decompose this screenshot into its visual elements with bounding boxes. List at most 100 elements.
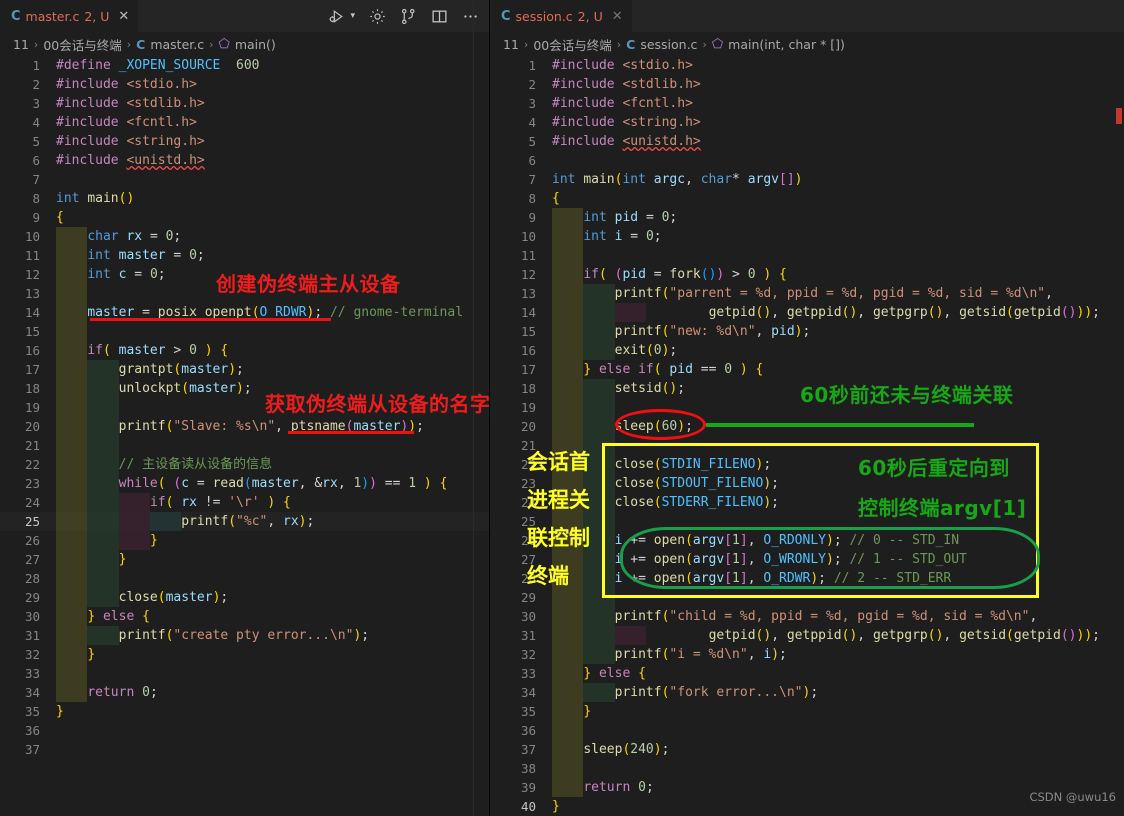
line-number: 26 [520, 533, 536, 548]
code-line[interactable]: 15 printf("new: %d\n", pid); [490, 322, 1124, 341]
code-line[interactable]: 12 int c = 0; [0, 265, 489, 284]
code-line[interactable]: 21 [0, 436, 489, 455]
code-line[interactable]: 30 } else { [0, 607, 489, 626]
code-line[interactable]: 17 grantpt(master); [0, 360, 489, 379]
code-line[interactable]: 28 i += open(argv[1], O_RDWR); // 2 -- S… [490, 569, 1124, 588]
code-line[interactable]: 11 [490, 246, 1124, 265]
code-line[interactable]: 33 } else { [490, 664, 1124, 683]
code-line[interactable]: 16 exit(0); [490, 341, 1124, 360]
tab-session-c[interactable]: C session.c 2, U ✕ [490, 0, 633, 32]
code-line[interactable]: 37 [0, 740, 489, 759]
overview-ruler-right[interactable] [1110, 0, 1124, 816]
code-editor-right[interactable]: 1 #include <stdio.h> 2 #include <stdlib.h> 3… [490, 56, 1124, 816]
code-line[interactable]: 3 #include <stdlib.h> [0, 94, 489, 113]
breadcrumb-folder[interactable]: 00会话与终端 [43, 35, 121, 54]
code-line[interactable]: 29 [490, 588, 1124, 607]
code-line[interactable]: 19 [0, 398, 489, 417]
code-line[interactable]: 26 } [0, 531, 489, 550]
code-line[interactable]: 20 sleep(60); [490, 417, 1124, 436]
code-line[interactable]: 28 [0, 569, 489, 588]
code-line[interactable]: 13 [0, 284, 489, 303]
code-line[interactable]: 20 printf("Slave: %s\n", ptsname(master)… [0, 417, 489, 436]
code-line[interactable]: 17 } else if( pid == 0 ) { [490, 360, 1124, 379]
code-line[interactable]: 32 } [0, 645, 489, 664]
code-line[interactable]: 38 [490, 759, 1124, 778]
code-line[interactable]: 8{ [490, 189, 1124, 208]
code-line[interactable]: 25 [490, 512, 1124, 531]
close-icon[interactable]: ✕ [118, 9, 129, 24]
error-marker[interactable] [1116, 108, 1122, 124]
code-line[interactable]: 18 setsid(); [490, 379, 1124, 398]
code-line[interactable]: 31 getpid(), getppid(), getpgrp(), getsi… [490, 626, 1124, 645]
more-actions-icon[interactable] [462, 8, 479, 25]
code-line[interactable]: 19 [490, 398, 1124, 417]
code-editor-left[interactable]: 1 #define _XOPEN_SOURCE 600 2 #include <std… [0, 56, 489, 816]
source-control-icon[interactable] [400, 8, 417, 25]
code-line[interactable]: 23 while( (c = read(master, &rx, 1)) == … [0, 474, 489, 493]
code-line[interactable]: 16 if( master > 0 ) { [0, 341, 489, 360]
chevron-down-icon[interactable]: ▾ [350, 11, 355, 21]
code-line[interactable]: 35} [0, 702, 489, 721]
code-line[interactable]: 24 if( rx != '\r' ) { [0, 493, 489, 512]
code-line[interactable]: 21 [490, 436, 1124, 455]
breadcrumb-file[interactable]: session.c [640, 37, 697, 52]
code-line[interactable]: 25 printf("%c", rx); [0, 512, 489, 531]
code-line[interactable]: 6 [490, 151, 1124, 170]
code-line[interactable]: 14 master = posix_openpt(O_RDWR); // gno… [0, 303, 489, 322]
code-line[interactable]: 2 #include <stdlib.h> [490, 75, 1124, 94]
code-line[interactable]: 5 #include <string.h> [0, 132, 489, 151]
code-line[interactable]: 33 [0, 664, 489, 683]
close-icon[interactable]: ✕ [612, 9, 623, 24]
tab-master-c[interactable]: C master.c 2, U ✕ [0, 0, 140, 32]
code-line[interactable]: 26 i += open(argv[1], O_RDONLY); // 0 --… [490, 531, 1124, 550]
code-line[interactable]: 31 printf("create pty error...\n"); [0, 626, 489, 645]
code-line[interactable]: 27 i += open(argv[1], O_WRONLY); // 1 --… [490, 550, 1124, 569]
code-line[interactable]: 36 [0, 721, 489, 740]
breadcrumb-root[interactable]: 11 [13, 37, 29, 52]
code-line[interactable]: 22 close(STDIN_FILENO); [490, 455, 1124, 474]
code-line[interactable]: 7 int main(int argc, char* argv[]) [490, 170, 1124, 189]
code-line[interactable]: 30 printf("child = %d, ppid = %d, pgid =… [490, 607, 1124, 626]
code-line[interactable]: 32 printf("i = %d\n", i); [490, 645, 1124, 664]
code-line[interactable]: 29 close(master); [0, 588, 489, 607]
breadcrumb-root[interactable]: 11 [503, 37, 519, 52]
gear-icon[interactable] [369, 8, 386, 25]
run-and-debug-icon[interactable] [329, 8, 346, 25]
code-line[interactable]: 10 char rx = 0; [0, 227, 489, 246]
code-line[interactable]: 34 printf("fork error...\n"); [490, 683, 1124, 702]
code-text: #include <unistd.h> [56, 153, 205, 168]
breadcrumb-symbol[interactable]: main() [235, 37, 276, 52]
code-line[interactable]: 9{ [0, 208, 489, 227]
code-line[interactable]: 12 if( (pid = fork()) > 0 ) { [490, 265, 1124, 284]
code-line[interactable]: 9 int pid = 0; [490, 208, 1124, 227]
code-line[interactable]: 6 #include <unistd.h> [0, 151, 489, 170]
code-line[interactable]: 35 } [490, 702, 1124, 721]
breadcrumb-folder[interactable]: 00会话与终端 [533, 35, 611, 54]
breadcrumb-file[interactable]: master.c [150, 37, 204, 52]
code-line[interactable]: 3 #include <fcntl.h> [490, 94, 1124, 113]
code-line[interactable]: 10 int i = 0; [490, 227, 1124, 246]
code-line[interactable]: 14 getpid(), getppid(), getpgrp(), getsi… [490, 303, 1124, 322]
code-line[interactable]: 2 #include <stdio.h> [0, 75, 489, 94]
code-line[interactable]: 4 #include <string.h> [490, 113, 1124, 132]
code-line[interactable]: 34 return 0; [0, 683, 489, 702]
code-line[interactable]: 4 #include <fcntl.h> [0, 113, 489, 132]
code-line[interactable]: 7 [0, 170, 489, 189]
code-line[interactable]: 22 // 主设备读从设备的信息 [0, 455, 489, 474]
code-line[interactable]: 1 #define _XOPEN_SOURCE 600 [0, 56, 489, 75]
code-line[interactable]: 23 close(STDOUT_FILENO); [490, 474, 1124, 493]
split-editor-icon[interactable] [431, 8, 448, 25]
code-line[interactable]: 37 sleep(240); [490, 740, 1124, 759]
code-line[interactable]: 15 [0, 322, 489, 341]
code-line[interactable]: 36 [490, 721, 1124, 740]
code-line[interactable]: 11 int master = 0; [0, 246, 489, 265]
code-line[interactable]: 8 int main() [0, 189, 489, 208]
code-line[interactable]: 18 unlockpt(master); [0, 379, 489, 398]
code-line[interactable]: 27 } [0, 550, 489, 569]
breadcrumb-symbol[interactable]: main(int, char * []) [728, 37, 845, 52]
code-line[interactable]: 1 #include <stdio.h> [490, 56, 1124, 75]
code-line[interactable]: 24 close(STDERR_FILENO); [490, 493, 1124, 512]
code-line[interactable]: 5 #include <unistd.h> [490, 132, 1124, 151]
code-line[interactable]: 13 printf("parrent = %d, ppid = %d, pgid… [490, 284, 1124, 303]
